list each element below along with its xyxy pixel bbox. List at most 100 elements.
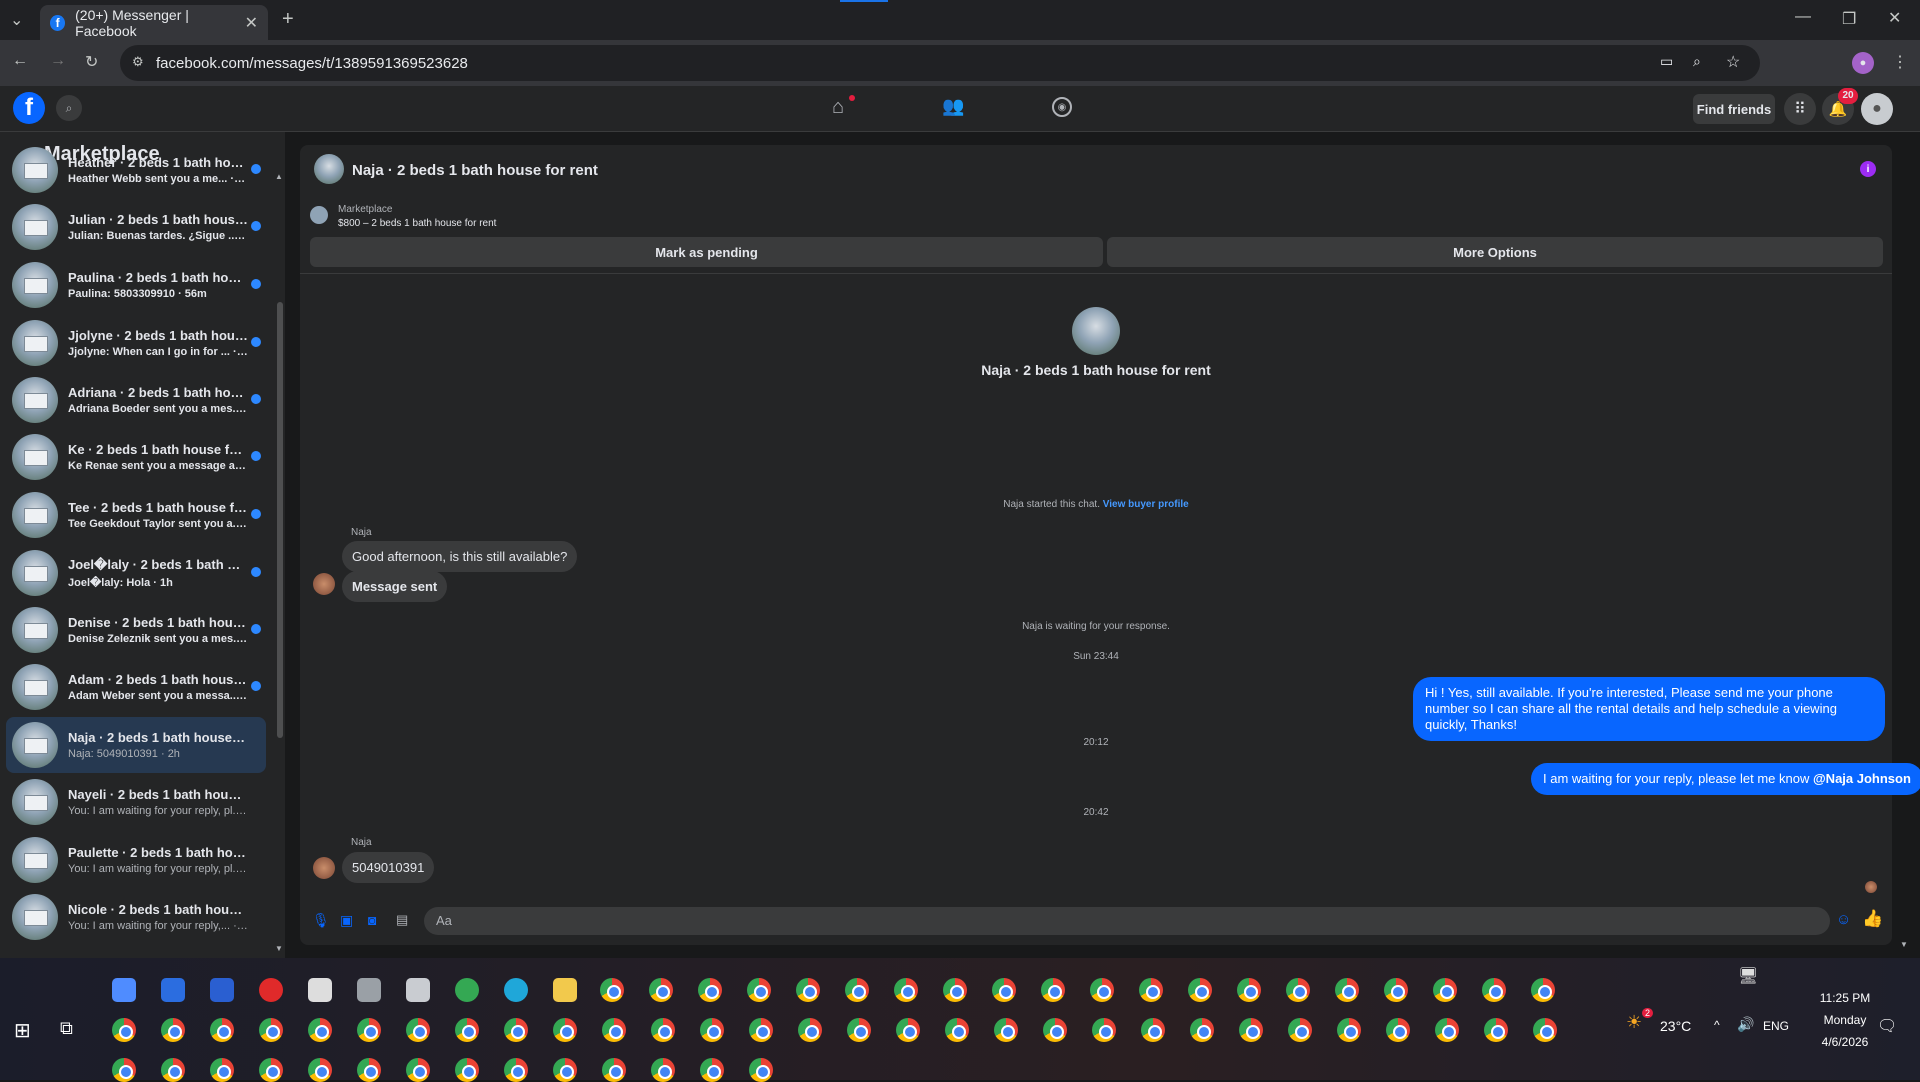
volume-icon[interactable]: 🔊 xyxy=(1737,1016,1754,1033)
chrome-window-icon[interactable] xyxy=(210,1018,234,1042)
chrome-window-icon[interactable] xyxy=(455,1018,479,1042)
chrome-window-icon[interactable] xyxy=(210,1058,234,1082)
conversation-item[interactable]: Adam · 2 beds 1 bath house f... Adam Webe… xyxy=(6,659,266,715)
chrome-window-icon[interactable] xyxy=(602,1058,626,1082)
chrome-window-icon[interactable] xyxy=(112,1058,136,1082)
app-icon[interactable] xyxy=(210,978,234,1002)
chrome-window-icon[interactable] xyxy=(1190,1018,1214,1042)
mention-link[interactable]: @Naja Johnson xyxy=(1813,771,1911,786)
settings-icon[interactable] xyxy=(357,978,381,1002)
search-icon[interactable]: ⌕ xyxy=(56,95,82,121)
groups-icon[interactable]: ◉ xyxy=(1052,97,1072,117)
task-view-icon[interactable]: ⧉ xyxy=(60,1018,73,1039)
install-app-icon[interactable]: ▭ xyxy=(1660,53,1673,70)
profile-icon[interactable]: ● xyxy=(1852,52,1874,74)
chrome-window-icon[interactable] xyxy=(1092,1018,1116,1042)
sidebar-scrollbar[interactable] xyxy=(277,302,283,738)
chrome-window-icon[interactable] xyxy=(1533,1018,1557,1042)
security-icon[interactable] xyxy=(406,978,430,1002)
message-input[interactable]: Aa xyxy=(424,907,1830,935)
chrome-window-icon[interactable] xyxy=(1288,1018,1312,1042)
minimize-icon[interactable]: — xyxy=(1795,8,1811,26)
back-icon[interactable]: ← xyxy=(12,52,28,70)
chrome-window-icon[interactable] xyxy=(698,978,722,1002)
chrome-window-icon[interactable] xyxy=(1286,978,1310,1002)
mark-as-pending-button[interactable]: Mark as pending xyxy=(310,237,1103,267)
message-bubble-2[interactable]: Message sent xyxy=(342,571,448,602)
chrome-window-icon[interactable] xyxy=(1043,1018,1067,1042)
language-indicator[interactable]: ENG xyxy=(1763,1019,1789,1033)
chrome-window-icon[interactable] xyxy=(161,1018,185,1042)
chrome-window-icon[interactable] xyxy=(1531,978,1555,1002)
conversation-item[interactable]: Naja · 2 beds 1 bath house for r... Naja:… xyxy=(6,717,266,773)
chrome-window-icon[interactable] xyxy=(945,1018,969,1042)
chrome-window-icon[interactable] xyxy=(1484,1018,1508,1042)
tab-close-icon[interactable]: ✕ xyxy=(245,13,258,33)
chrome-window-icon[interactable] xyxy=(994,1018,1018,1042)
chrome-window-icon[interactable] xyxy=(406,1018,430,1042)
opera-icon[interactable] xyxy=(259,978,283,1002)
conversation-item[interactable]: Denise · 2 beds 1 bath house f... Denise … xyxy=(6,602,266,658)
chrome-window-icon[interactable] xyxy=(894,978,918,1002)
chrome-window-icon[interactable] xyxy=(1435,1018,1459,1042)
message-bubble-3[interactable]: 5049010391 xyxy=(342,852,435,883)
chrome-window-icon[interactable] xyxy=(1482,978,1506,1002)
chrome-window-icon[interactable] xyxy=(504,1058,528,1082)
chrome-window-icon[interactable] xyxy=(1237,978,1261,1002)
conversation-item[interactable]: Tee · 2 beds 1 bath house for r... Tee Ge… xyxy=(6,487,266,543)
chrome-window-icon[interactable] xyxy=(1188,978,1212,1002)
conversation-item[interactable]: Jjolyne · 2 beds 1 bath house f... Jjolyn… xyxy=(6,315,266,371)
chrome-window-icon[interactable] xyxy=(749,1018,773,1042)
chrome-window-icon[interactable] xyxy=(1141,1018,1165,1042)
chrome-window-icon[interactable] xyxy=(406,1058,430,1082)
zoom-icon[interactable]: ⌕ xyxy=(1693,53,1701,70)
chrome-menu-icon[interactable]: ⋮ xyxy=(1892,52,1908,72)
listing-price[interactable]: $800 – 2 beds 1 bath house for rent xyxy=(338,218,496,229)
site-info-icon[interactable]: ⚙ xyxy=(132,54,144,70)
conversation-item[interactable]: Nayeli · 2 beds 1 bath house for... You: … xyxy=(6,774,266,830)
file-explorer-icon[interactable] xyxy=(553,978,577,1002)
tray-overflow-icon[interactable]: 🖥 xyxy=(1738,966,1758,986)
chrome-window-icon[interactable] xyxy=(847,1018,871,1042)
more-options-button[interactable]: More Options xyxy=(1107,237,1883,267)
chrome-window-icon[interactable] xyxy=(308,1018,332,1042)
chrome-window-icon[interactable] xyxy=(943,978,967,1002)
edge-icon[interactable] xyxy=(504,978,528,1002)
friends-icon[interactable]: 👥 xyxy=(942,96,964,117)
chrome-window-icon[interactable] xyxy=(1386,1018,1410,1042)
listing-avatar[interactable] xyxy=(314,154,344,184)
store-icon[interactable] xyxy=(161,978,185,1002)
forward-icon[interactable]: → xyxy=(50,52,66,70)
chrome-window-icon[interactable] xyxy=(1433,978,1457,1002)
chrome-window-icon[interactable] xyxy=(1090,978,1114,1002)
menu-grid-icon[interactable]: ⠿ xyxy=(1784,93,1816,125)
like-icon[interactable]: 👍 xyxy=(1862,909,1883,929)
chrome-window-icon[interactable] xyxy=(1337,1018,1361,1042)
chrome-window-icon[interactable] xyxy=(504,1018,528,1042)
mic-icon[interactable]: 🎙 xyxy=(312,912,330,929)
message-bubble-1[interactable]: Good afternoon, is this still available? xyxy=(342,541,578,572)
emoji-icon[interactable]: ☺ xyxy=(1836,911,1851,928)
tray-chevron-icon[interactable]: ^ xyxy=(1714,1018,1720,1032)
chrome-window-icon[interactable] xyxy=(798,1018,822,1042)
chrome-window-icon[interactable] xyxy=(112,1018,136,1042)
new-tab-icon[interactable]: + xyxy=(282,8,294,31)
chrome-window-icon[interactable] xyxy=(896,1018,920,1042)
chrome-window-icon[interactable] xyxy=(602,1018,626,1042)
gif-icon[interactable]: ▤ xyxy=(396,912,408,928)
tab-search-icon[interactable]: ⌄ xyxy=(10,10,23,30)
conversation-item[interactable]: Nicole · 2 beds 1 bath house f... You: I … xyxy=(6,889,266,945)
weather-icon[interactable]: ☀ xyxy=(1626,1012,1642,1033)
reload-icon[interactable]: ↻ xyxy=(85,52,98,72)
chrome-window-icon[interactable] xyxy=(259,1058,283,1082)
chrome-window-icon[interactable] xyxy=(651,1058,675,1082)
sender-avatar-2[interactable] xyxy=(313,857,335,879)
copilot-icon[interactable] xyxy=(112,978,136,1002)
conversation-item[interactable]: Paulette · 2 beds 1 bath house f... You: … xyxy=(6,832,266,888)
chrome-window-icon[interactable] xyxy=(357,1018,381,1042)
info-icon[interactable]: i xyxy=(1860,161,1876,177)
window-close-icon[interactable]: ✕ xyxy=(1888,8,1901,28)
chrome-window-icon[interactable] xyxy=(553,1018,577,1042)
chat-header-title[interactable]: Naja · 2 beds 1 bath house for rent xyxy=(352,162,598,179)
image-icon[interactable]: ▣ xyxy=(340,912,353,929)
